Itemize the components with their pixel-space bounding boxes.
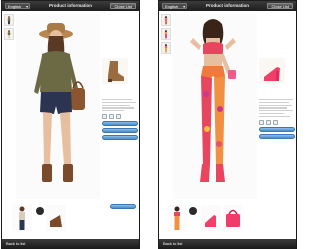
app-store-screenshots: English ▾ Product information Close List <box>0 0 297 249</box>
twitter-icon[interactable] <box>109 114 114 120</box>
add-to-cart-button[interactable] <box>259 133 295 139</box>
product-detail-panel <box>102 14 138 199</box>
close-icon[interactable] <box>36 207 44 215</box>
thumbnail-1[interactable] <box>161 14 171 26</box>
product-description <box>259 99 295 117</box>
bottom-toolbar: Back to list <box>2 239 139 248</box>
related-model-photo[interactable] <box>167 205 187 231</box>
product-description <box>102 99 138 112</box>
screen-left: English ▾ Product information Close List <box>1 0 140 249</box>
related-items-strip <box>161 200 295 238</box>
related-items-strip <box>4 200 138 238</box>
product-detail-panel <box>259 14 295 199</box>
close-list-button[interactable]: Close List <box>110 3 136 9</box>
model-photo <box>16 14 100 199</box>
buy-now-button[interactable] <box>102 135 138 141</box>
thumbnail-column <box>4 14 14 42</box>
related-model-photo[interactable] <box>12 205 32 231</box>
close-list-button[interactable]: Close List <box>267 3 293 9</box>
back-to-list-button[interactable]: Back to list <box>161 240 184 247</box>
handbag-photo[interactable] <box>223 205 243 231</box>
thumbnail-3[interactable] <box>161 42 171 54</box>
thumbnail-1[interactable] <box>4 14 14 26</box>
back-to-list-button[interactable]: Back to list <box>4 240 27 247</box>
thumbnail-2[interactable] <box>4 28 14 40</box>
facebook-icon[interactable] <box>259 119 264 125</box>
top-toolbar: English ▾ Product information Close List <box>2 1 139 11</box>
related-sandal-photo[interactable] <box>201 205 221 231</box>
related-sandal-photo[interactable] <box>46 205 66 231</box>
model-photo <box>173 14 257 199</box>
bottom-toolbar: Back to list <box>159 239 296 248</box>
screen-right: English ▾ Product information Close List <box>158 0 297 249</box>
top-toolbar: English ▾ Product information Close List <box>159 1 296 11</box>
view-all-button[interactable] <box>110 204 136 209</box>
share-icons <box>102 114 138 120</box>
share-icons <box>259 119 295 125</box>
add-to-wishlist-button[interactable] <box>259 126 295 132</box>
mail-icon[interactable] <box>273 119 278 125</box>
thumbnail-column <box>161 14 171 56</box>
mail-icon[interactable] <box>116 114 121 120</box>
thumbnail-2[interactable] <box>161 28 171 40</box>
facebook-icon[interactable] <box>102 114 107 120</box>
sandal-photo <box>259 58 285 84</box>
close-icon[interactable] <box>189 207 197 215</box>
boot-photo <box>102 58 128 84</box>
add-to-wishlist-button[interactable] <box>102 121 138 127</box>
twitter-icon[interactable] <box>266 119 271 125</box>
add-to-cart-button[interactable] <box>102 128 138 134</box>
